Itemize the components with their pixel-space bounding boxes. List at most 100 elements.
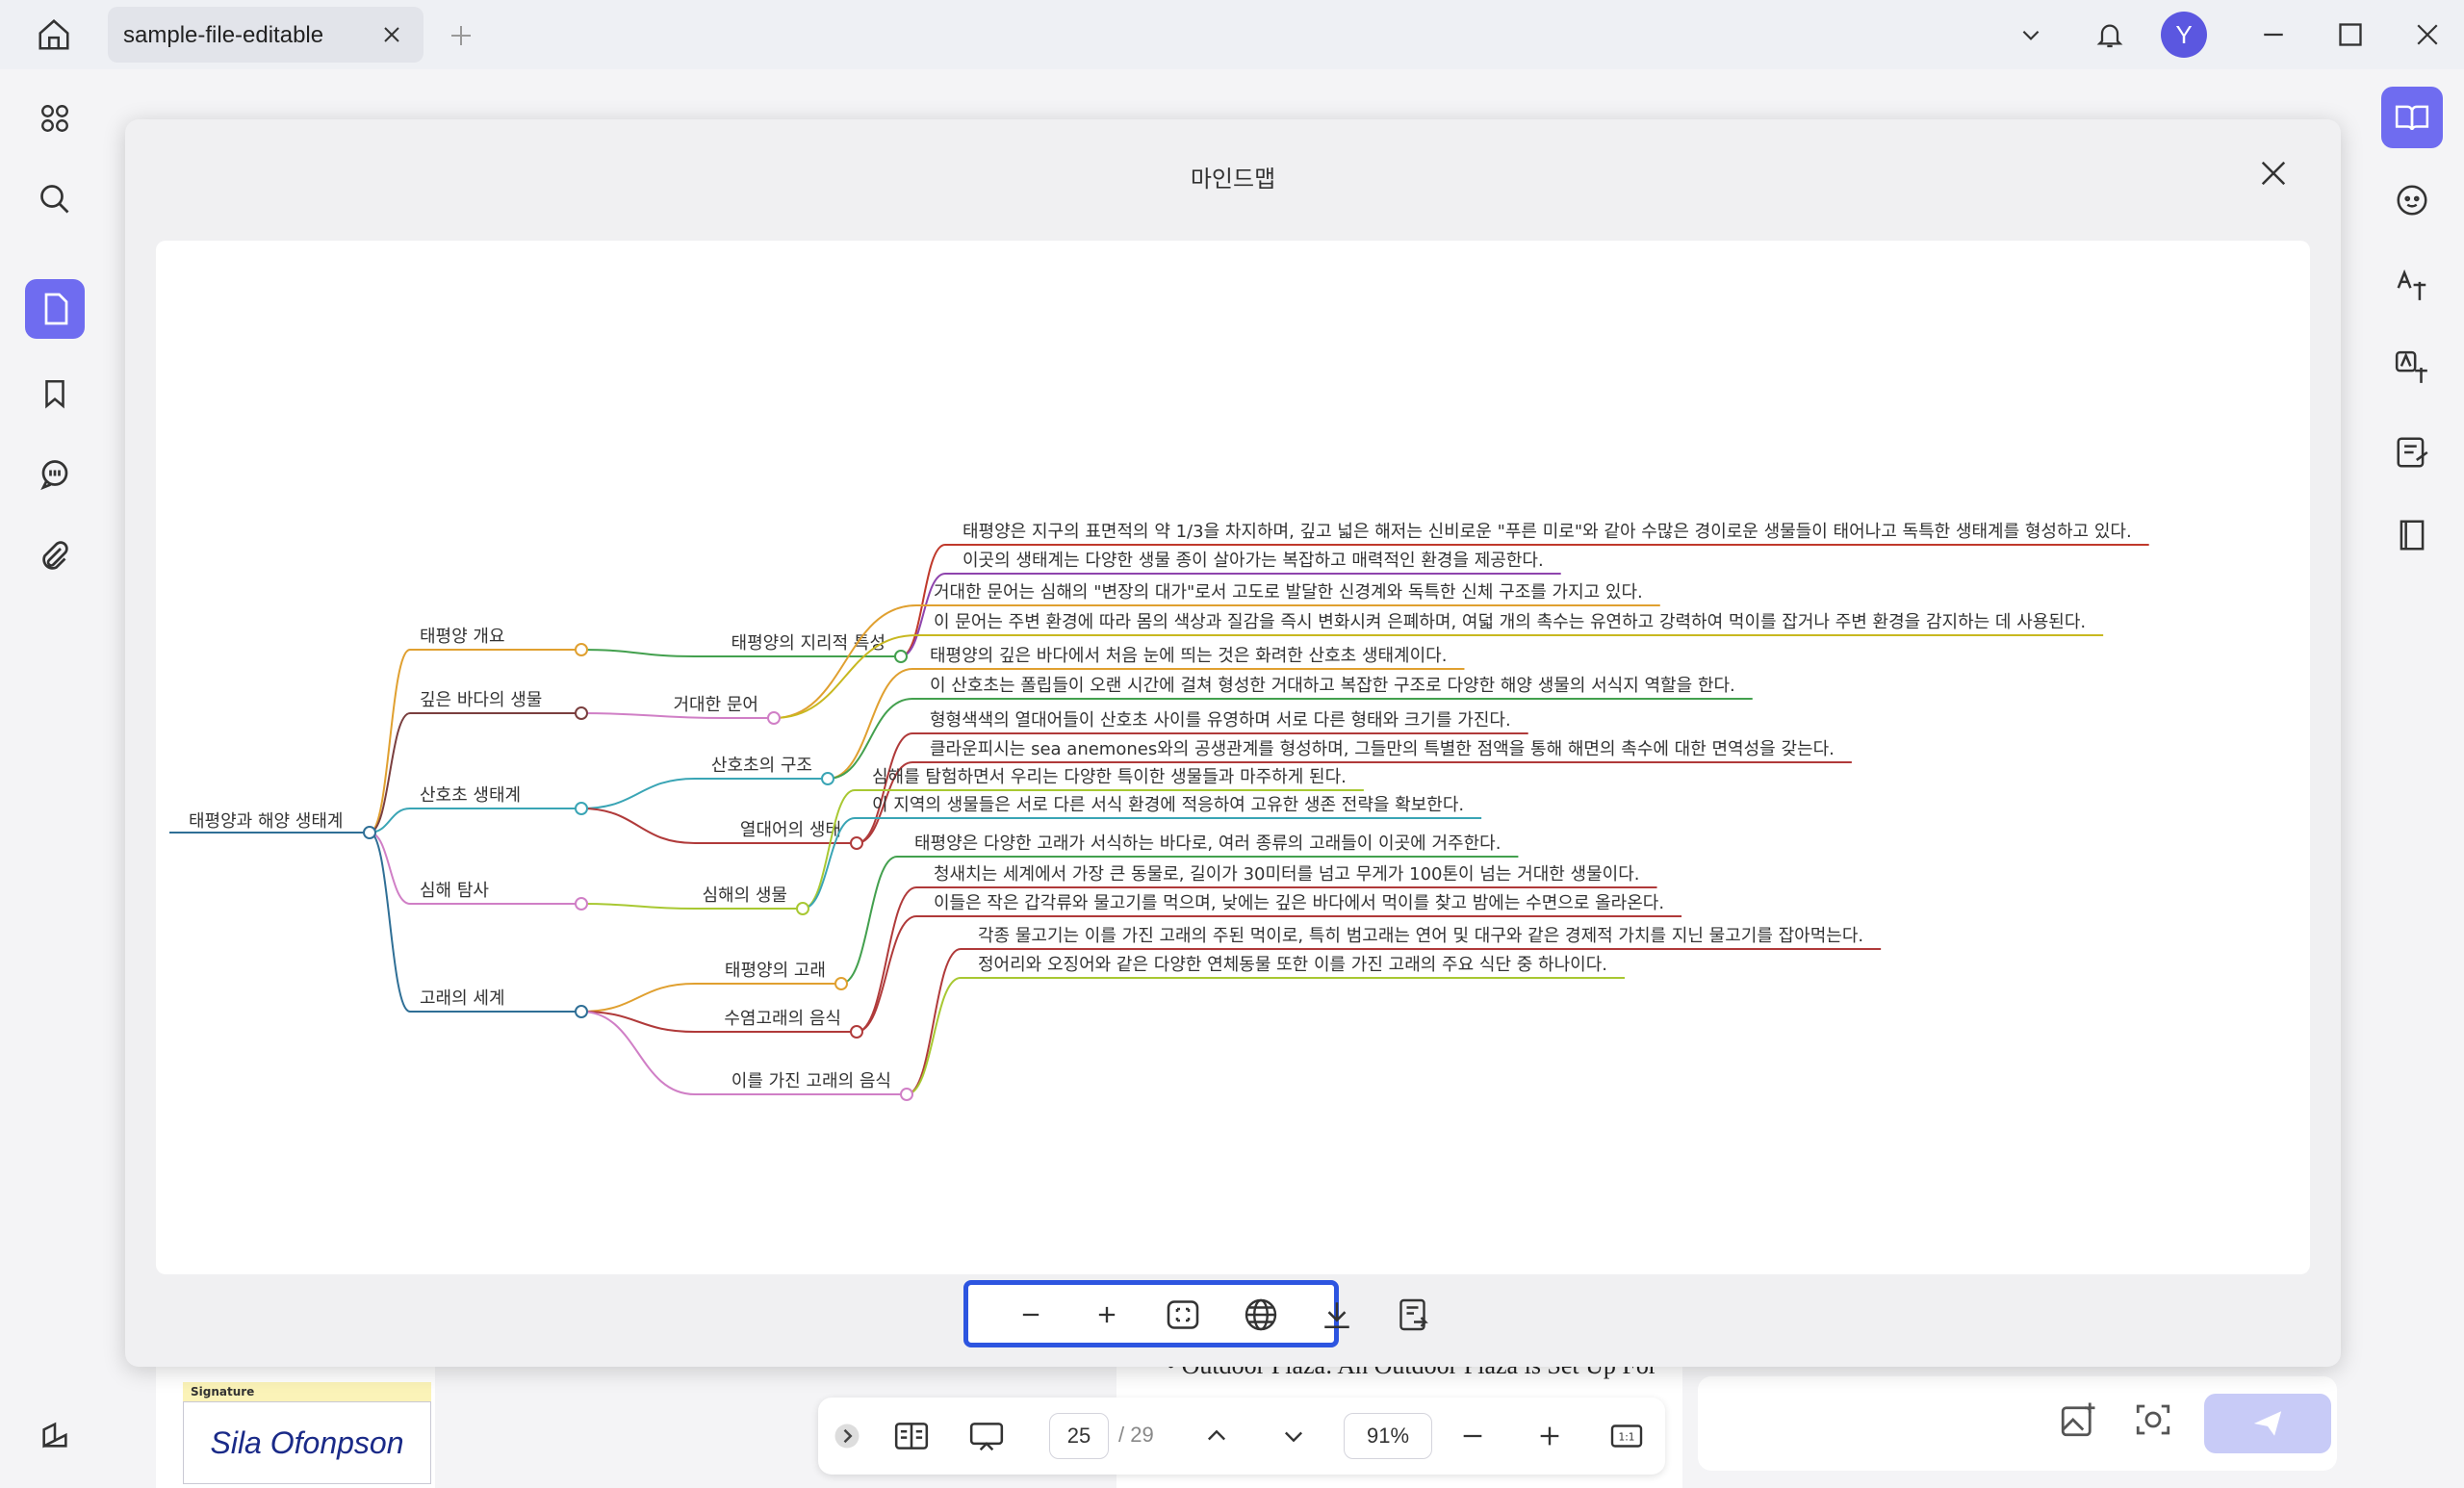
globe-icon[interactable]	[1239, 1293, 1283, 1337]
ai-reader-icon[interactable]	[2381, 87, 2443, 148]
close-dialog-icon[interactable]	[2254, 154, 2293, 192]
next-page-icon[interactable]	[1272, 1413, 1315, 1459]
close-tab-icon[interactable]	[377, 20, 406, 49]
node-dot	[575, 802, 588, 815]
attachment-icon[interactable]	[25, 527, 85, 587]
mindmap-leaf-node[interactable]: 이 지역의 생물들은 서로 다른 서식 환경에 적응하여 고유한 생존 전략을 …	[872, 795, 1464, 815]
mindmap-leaf-node[interactable]: 이 문어는 주변 환경에 따라 몸의 색상과 질감을 즉시 변화시켜 은폐하며,…	[934, 612, 2086, 632]
thumbnail-signature[interactable]: Sila Ofonpson	[183, 1401, 431, 1484]
actual-size-icon[interactable]: 1:1	[1605, 1413, 1648, 1459]
mindmap-root-node[interactable]: 태평양과 해양 생태계	[189, 811, 343, 832]
mindmap-topic-node[interactable]: 이를 가진 고래의 음식	[732, 1071, 891, 1091]
node-dot	[850, 1025, 863, 1039]
zoom-in-page-icon[interactable]	[1528, 1413, 1571, 1459]
mindmap-connector	[369, 832, 411, 1013]
mindmap-topic-node[interactable]: 열대어의 생태	[740, 820, 841, 840]
mindmap-toolbar	[963, 1280, 1428, 1347]
search-icon[interactable]	[25, 169, 85, 229]
mindmap-branch-node[interactable]: 태평양 개요	[420, 627, 505, 647]
mindmap-leaf-node[interactable]: 청새치는 세계에서 가장 큰 동물로, 길이가 30미터를 넘고 무게가 100…	[934, 864, 1640, 885]
mindmap-connector	[580, 808, 696, 844]
comment-icon[interactable]	[25, 445, 85, 504]
node-dot	[834, 977, 848, 990]
mindmap-topic-node[interactable]: 태평양의 고래	[725, 961, 826, 981]
mindmap-canvas[interactable]: 태평양과 해양 생태계 태평양 개요 태평양의 지리적 특성 태평양은 지구의 표면적…	[156, 241, 2310, 1274]
mindmap-connector	[906, 977, 962, 1095]
mindmap-topic-node[interactable]: 수염고래의 음식	[724, 1009, 841, 1029]
mindmap-leaf-node[interactable]: 형형색색의 열대어들이 산호초 사이를 유영하며 서로 다른 형태와 크기를 가…	[930, 710, 1511, 731]
right-sidebar	[2370, 69, 2464, 1488]
mindmap-leaf-node[interactable]: 이곳의 생태계는 다양한 생물 종이 살아가는 복잡하고 매력적인 환경을 제공…	[962, 551, 1544, 571]
maximize-icon[interactable]	[2329, 15, 2372, 54]
svg-text:1:1: 1:1	[1619, 1432, 1635, 1444]
mindmap-connector	[906, 948, 962, 1095]
mindmap-connector	[802, 789, 856, 910]
presentation-icon[interactable]	[962, 1413, 1011, 1459]
ai-assistant-icon[interactable]	[2381, 169, 2443, 231]
previous-page-icon[interactable]	[1195, 1413, 1238, 1459]
summarize-icon[interactable]	[2381, 422, 2443, 483]
ocr-text-icon[interactable]	[2381, 254, 2443, 316]
mindmap-connector	[827, 668, 913, 780]
tab-title: sample-file-editable	[123, 22, 324, 48]
mindmap-branch-node[interactable]: 깊은 바다의 생물	[420, 690, 542, 710]
book-icon[interactable]	[2381, 504, 2443, 566]
mindmap-leaf-node[interactable]: 거대한 문어는 심해의 "변장의 대가"로서 고도로 발달한 신경계와 독특한 …	[934, 582, 1643, 603]
zoom-level[interactable]: 91%	[1344, 1413, 1432, 1459]
mindmap-branch-node[interactable]: 심해 탐사	[420, 881, 489, 901]
zoom-in-icon[interactable]	[1085, 1293, 1129, 1337]
node-dot	[821, 772, 834, 785]
bell-icon[interactable]	[2089, 15, 2131, 54]
fit-screen-icon[interactable]	[1161, 1293, 1205, 1337]
dialog-title: 마인드맵	[1190, 166, 1276, 192]
pages-icon[interactable]	[25, 279, 85, 339]
layers-icon[interactable]	[25, 1405, 85, 1465]
mindmap-topic-node[interactable]: 산호초의 구조	[711, 756, 812, 776]
mindmap-leaf-node[interactable]: 정어리와 오징어와 같은 다양한 연체동물 또한 이를 가진 고래의 주요 식단…	[978, 955, 1607, 975]
close-window-icon[interactable]	[2406, 15, 2449, 54]
mindmap-branch-node[interactable]: 산호초 생태계	[420, 785, 521, 806]
mindmap-dialog: 마인드맵 태평양과 해양 생태계 태평양 개요 태평양의 지리적 특성 태평양은 지구…	[125, 119, 2341, 1367]
download-icon[interactable]	[1315, 1293, 1359, 1337]
expand-icon[interactable]	[828, 1413, 866, 1459]
send-button[interactable]	[2204, 1394, 2331, 1453]
document-tab[interactable]: sample-file-editable	[108, 7, 424, 63]
current-page-input[interactable]: 25	[1049, 1413, 1109, 1459]
mindmap-leaf-node[interactable]: 태평양은 다양한 고래가 서식하는 바다로, 여러 종류의 고래들이 이곳에 거…	[914, 834, 1501, 854]
mindmap-leaf-node[interactable]: 태평양의 깊은 바다에서 처음 눈에 띄는 것은 화려한 산호초 생태계이다.	[930, 646, 1447, 666]
zoom-out-icon[interactable]	[1009, 1293, 1053, 1337]
user-avatar[interactable]: Y	[2161, 12, 2207, 58]
minimize-icon[interactable]	[2252, 15, 2295, 54]
node-dot	[575, 897, 588, 911]
grid-apps-icon[interactable]	[25, 89, 85, 148]
node-dot	[575, 1005, 588, 1018]
mindmap-connector	[580, 903, 696, 910]
mindmap-leaf-node[interactable]: 각종 물고기는 이를 가진 고래의 주된 먹이로, 특히 범고래는 연어 및 대…	[978, 926, 1863, 946]
node-dot	[767, 711, 781, 725]
mindmap-connector	[580, 778, 696, 809]
chevron-down-icon[interactable]	[2012, 15, 2050, 54]
mindmap-leaf-node[interactable]: 이들은 작은 갑각류와 물고기를 먹으며, 낮에는 깊은 바다에서 먹이를 찾고…	[934, 893, 1664, 913]
home-icon[interactable]	[29, 15, 79, 54]
node-dot	[900, 1088, 913, 1101]
page-layout-icon[interactable]	[887, 1413, 936, 1459]
mindmap-leaf-node[interactable]: 태평양은 지구의 표면적의 약 1/3을 차지하며, 깊고 넓은 해저는 신비로…	[962, 522, 2132, 542]
screenshot-icon[interactable]	[2133, 1399, 2173, 1444]
left-sidebar	[0, 69, 110, 1488]
zoom-out-page-icon[interactable]	[1451, 1413, 1494, 1459]
mindmap-topic-node[interactable]: 심해의 생물	[702, 885, 787, 906]
mindmap-topic-node[interactable]: 거대한 문어	[673, 695, 758, 715]
convert-icon[interactable]	[1392, 1293, 1436, 1337]
image-add-icon[interactable]	[2058, 1399, 2098, 1444]
node-dot	[575, 706, 588, 720]
new-tab-icon[interactable]	[445, 19, 477, 52]
mindmap-connector	[580, 983, 696, 1013]
mindmap-connector	[856, 886, 917, 1033]
node-dot	[850, 836, 863, 850]
bookmark-icon[interactable]	[25, 364, 85, 423]
mindmap-leaf-node[interactable]: 클라운피시는 sea anemones와의 공생관계를 형성하며, 그들만의 특…	[930, 739, 1835, 759]
mindmap-branch-node[interactable]: 고래의 세계	[420, 988, 505, 1009]
translate-icon[interactable]	[2381, 337, 2443, 398]
mindmap-leaf-node[interactable]: 심해를 탐험하면서 우리는 다양한 특이한 생물들과 마주하게 된다.	[872, 767, 1347, 787]
mindmap-leaf-node[interactable]: 이 산호초는 폴립들이 오랜 시간에 걸쳐 형성한 거대하고 복잡한 구조로 다…	[930, 676, 1735, 696]
